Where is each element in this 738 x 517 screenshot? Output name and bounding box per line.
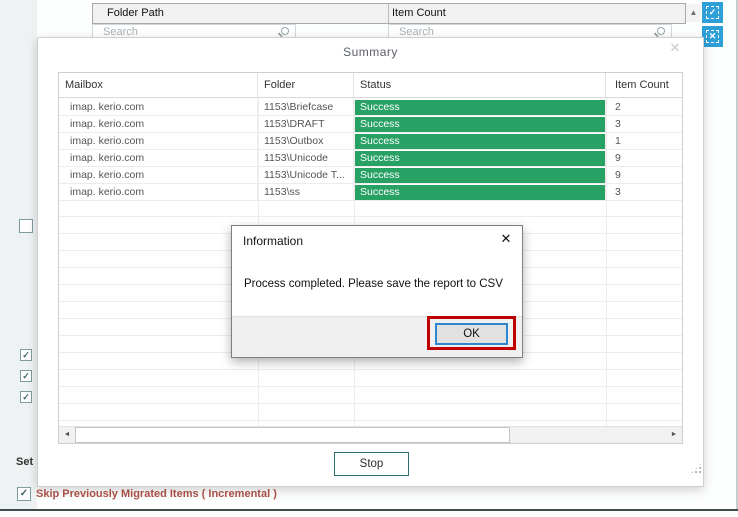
deselect-all-x-icon: ✕ (706, 30, 719, 43)
background-table-header: Folder Path Item Count (92, 3, 686, 24)
option-checkbox-unchecked[interactable] (19, 219, 33, 233)
status-success-badge: Success (355, 100, 605, 115)
app-window: Folder Path Item Count Search Search ▲ ✓… (0, 0, 738, 517)
settings-label: Set (16, 456, 34, 468)
select-all-check-icon: ✓ (706, 6, 719, 19)
cell-item-count: 9 (615, 152, 621, 164)
cell-folder: 1153\DRAFT (258, 116, 354, 132)
cell-item-count: 2 (615, 101, 621, 113)
column-divider (388, 4, 389, 23)
status-success-badge: Success (355, 117, 605, 132)
ok-button[interactable]: OK (435, 323, 508, 345)
resize-grip[interactable] (690, 462, 703, 474)
information-dialog-title: Information (243, 234, 304, 248)
cell-folder: 1153\Unicode T... (258, 167, 354, 183)
summary-close-icon[interactable]: ✕ (666, 39, 684, 57)
option-checkbox-1[interactable]: ✓ (20, 349, 32, 361)
cell-status: Success (354, 167, 606, 183)
cell-item-count: 3 (615, 186, 621, 198)
status-success-badge: Success (355, 168, 605, 183)
column-divider (606, 98, 607, 427)
summary-dialog-title: Summary (343, 45, 398, 59)
table-row[interactable]: imap. kerio.com 1153\Unicode T... Succes… (59, 167, 682, 184)
cell-mailbox: imap. kerio.com (59, 133, 258, 149)
left-options-panel (0, 0, 37, 509)
summary-table-header: Mailbox Folder Status Item Count (59, 73, 682, 98)
information-close-icon[interactable]: ✕ (498, 231, 514, 247)
table-row[interactable]: imap. kerio.com 1153\Outbox Success 1 (59, 133, 682, 150)
cell-mailbox: imap. kerio.com (59, 99, 258, 115)
cell-status: Success (354, 99, 606, 115)
search-icon (281, 27, 289, 35)
cell-item-count: 3 (615, 118, 621, 130)
option-checkbox-2[interactable]: ✓ (20, 370, 32, 382)
scroll-left-icon[interactable]: ◄ (59, 427, 75, 443)
header-folder[interactable]: Folder (258, 73, 354, 97)
status-success-badge: Success (355, 151, 605, 166)
table-row[interactable]: imap. kerio.com 1153\DRAFT Success 3 (59, 116, 682, 133)
header-item-count[interactable]: Item Count (606, 73, 682, 97)
window-bottom-border (0, 509, 738, 511)
cell-folder: 1153\Unicode (258, 150, 354, 166)
header-status[interactable]: Status (354, 73, 606, 97)
cell-mailbox: imap. kerio.com (59, 184, 258, 200)
cell-status: Success (354, 184, 606, 200)
cell-folder: 1153\ss (258, 184, 354, 200)
skip-incremental-label: Skip Previously Migrated Items ( Increme… (36, 488, 277, 500)
column-header-item-count[interactable]: Item Count (392, 4, 446, 23)
scroll-right-icon[interactable]: ► (666, 427, 682, 443)
cell-mailbox: imap. kerio.com (59, 167, 258, 183)
table-row[interactable]: imap. kerio.com 1153\ss Success 3 (59, 184, 682, 201)
scrollbar-up-button[interactable]: ▲ (686, 4, 701, 22)
cell-mailbox: imap. kerio.com (59, 116, 258, 132)
horizontal-scrollbar[interactable]: ◄ ► (59, 426, 682, 443)
cell-item-count: 1 (615, 135, 621, 147)
deselect-all-button[interactable]: ✕ (702, 26, 723, 47)
information-message: Process completed. Please save the repor… (244, 278, 503, 290)
cell-status: Success (354, 116, 606, 132)
folder-path-search-input[interactable]: Search (92, 24, 296, 38)
item-count-search-input[interactable]: Search (388, 24, 672, 38)
information-dialog: Information ✕ Process completed. Please … (231, 225, 523, 358)
table-row[interactable]: imap. kerio.com 1153\Briefcase Success 2 (59, 99, 682, 116)
stop-button[interactable]: Stop (334, 452, 409, 476)
status-success-badge: Success (355, 134, 605, 149)
cell-mailbox: imap. kerio.com (59, 150, 258, 166)
search-icon (657, 27, 665, 35)
cell-folder: 1153\Outbox (258, 133, 354, 149)
scrollbar-thumb[interactable] (75, 427, 510, 443)
cell-status: Success (354, 150, 606, 166)
column-header-folder-path[interactable]: Folder Path (107, 4, 164, 23)
option-checkbox-3[interactable]: ✓ (20, 391, 32, 403)
cell-status: Success (354, 133, 606, 149)
status-success-badge: Success (355, 185, 605, 200)
select-all-button[interactable]: ✓ (702, 2, 723, 23)
cell-item-count: 9 (615, 169, 621, 181)
table-row[interactable]: imap. kerio.com 1153\Unicode Success 9 (59, 150, 682, 167)
cell-folder: 1153\Briefcase (258, 99, 354, 115)
header-mailbox[interactable]: Mailbox (59, 73, 258, 97)
skip-incremental-checkbox[interactable]: ✓ (17, 487, 31, 501)
